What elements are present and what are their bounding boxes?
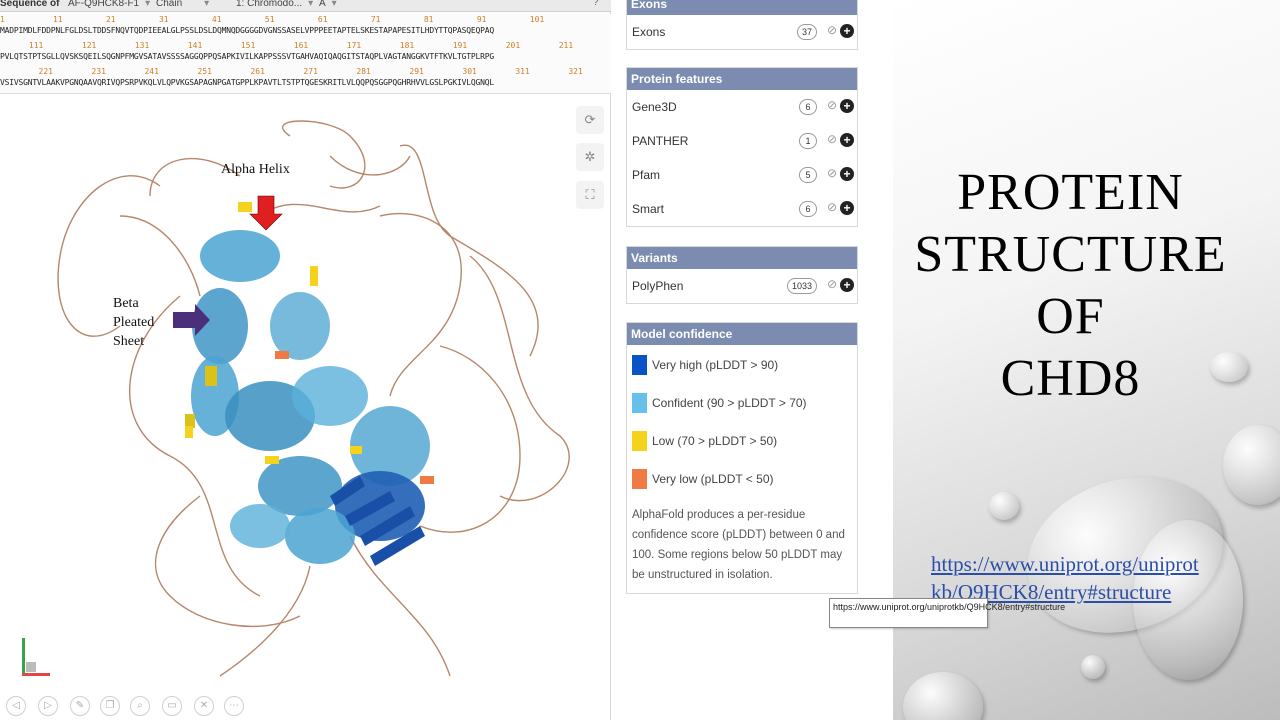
water-drop [1081,655,1105,679]
track-row-polyphen[interactable]: PolyPhen 1033 ⊘ + [627,269,857,303]
count-badge: 1033 [786,278,817,294]
add-icon[interactable]: + [840,133,854,147]
model-confidence-header: Model confidence [627,323,857,345]
sequence-label: Sequence of [0,0,60,9]
variants-header: Variants [627,247,857,269]
legend-very-high: Very high (pLDDT > 90) [627,345,857,383]
track-row-pfam[interactable]: Pfam 5 ⊘ + [627,158,857,192]
chevron-down-icon: ▾ [308,0,314,9]
screenshot-icon[interactable]: ▭ [162,696,182,716]
legend-very-low: Very low (pLDDT < 50) [627,459,857,497]
more-icon[interactable]: ⋯ [224,696,244,716]
exons-header: Exons [627,0,857,15]
sequence-numbers: 111 121 131 141 151 161 171 181 191 201 … [0,41,574,50]
hide-icon[interactable]: ⊘ [827,132,837,146]
chevron-down-icon: ▾ [204,0,210,9]
hide-icon[interactable]: ⊘ [827,98,837,112]
expand-icon[interactable]: ⛶ [576,181,604,209]
count-badge: 37 [796,24,817,40]
copy-icon[interactable]: ❐ [100,696,120,716]
hide-icon[interactable]: ⊘ [827,166,837,180]
link-tooltip: https://www.uniprot.org/uniprotkb/Q9HCK8… [829,598,1065,628]
hide-icon[interactable]: ⊘ [827,200,837,214]
hide-icon[interactable]: ⊘ [827,277,837,291]
add-icon[interactable]: + [840,99,854,113]
sequence-toolbar: Sequence of AF-Q9HCK8-F1 ▾ Chain ▾ 1: Chro… [0,0,611,12]
swatch-confident [632,393,647,413]
sequence-numbers: 221 231 241 251 261 271 281 291 301 311 … [0,67,583,76]
help-icon[interactable]: ? [593,0,599,8]
hide-icon[interactable]: ⊘ [827,23,837,37]
water-drop [989,492,1019,520]
count-badge: 6 [799,99,817,115]
screen: Sequence of AF-Q9HCK8-F1 ▾ Chain ▾ 1: Chro… [0,0,1280,720]
structure-viewer: Sequence of AF-Q9HCK8-F1 ▾ Chain ▾ 1: Chro… [0,0,611,720]
legend-confident: Confident (90 > pLDDT > 70) [627,383,857,421]
alpha-helix-label: Alpha Helix [221,162,290,177]
swatch-very-high [632,355,647,375]
legend-low: Low (70 > pLDDT > 50) [627,421,857,459]
confidence-note: AlphaFold produces a per-residue confide… [632,509,845,581]
count-badge: 5 [799,167,817,183]
type-select[interactable]: Chain ▾ [156,0,209,9]
track-row-smart[interactable]: Smart 6 ⊘ + [627,192,857,226]
play-icon[interactable]: ▷ [38,696,58,716]
alpha-helix-arrow [249,195,283,231]
exons-card: Exons Exons 37 ⊘ + [626,0,858,50]
edit-icon[interactable]: ✎ [70,696,90,716]
protein-3d-model[interactable] [0,96,611,686]
sequence-residues[interactable]: PVLQTSTPTSGLLQVSKSQEILSQGNPFMGVSATAVSSSS… [0,51,611,62]
sequence-residues[interactable]: MADPIMDLFDDPNLFGLDSLTDDSFNQVTQDPIEEALGLP… [0,25,611,36]
close-icon[interactable]: ✕ [194,696,214,716]
track-row-exons[interactable]: Exons 37 ⊘ + [627,15,857,49]
variants-card: Variants PolyPhen 1033 ⊘ + [626,246,858,304]
count-badge: 1 [799,133,817,149]
slide-title: PROTEIN STRUCTURE OF CHD8 [914,164,1227,407]
back-icon[interactable]: ◁ [6,696,26,716]
track-row-gene3d[interactable]: Gene3D 6 ⊘ + [627,90,857,124]
domain-select[interactable]: 1: Chromodo... ▾ [236,0,313,9]
entry-select[interactable]: AF-Q9HCK8-F1 ▾ [68,0,150,9]
reset-icon[interactable]: ⟳ [576,106,604,134]
settings-icon[interactable]: ✲ [576,143,604,171]
chevron-down-icon: ▾ [145,0,151,9]
add-icon[interactable]: + [840,24,854,38]
chain-select[interactable]: A ▾ [319,0,337,9]
add-icon[interactable]: + [840,278,854,292]
beta-sheet-label: Beta Pleated Sheet [113,296,155,349]
water-drop [1223,425,1280,505]
viewer-toolbar: ◁ ▷ ✎ ❐ ⌕ ▭ ✕ ⋯ [0,690,611,720]
count-badge: 6 [799,201,817,217]
sequence-panel[interactable]: 1 11 21 31 41 51 61 71 81 91 101 MADPIMD… [0,14,611,94]
search-icon[interactable]: ⌕ [130,696,150,716]
track-row-panther[interactable]: PANTHER 1 ⊘ + [627,124,857,158]
swatch-very-low [632,469,647,489]
sequence-residues[interactable]: VSIVSGNTVLAAKVPGNQAAVQRIVQPSRPVKQLVLQPVK… [0,77,611,88]
add-icon[interactable]: + [840,167,854,181]
swatch-low [632,431,647,451]
chevron-down-icon: ▾ [331,0,337,9]
axes-icon [22,638,52,678]
model-confidence-card: Model confidence Very high (pLDDT > 90) … [626,322,858,594]
protein-features-card: Protein features Gene3D 6 ⊘ + PANTHER 1 … [626,67,858,227]
sequence-numbers: 1 11 21 31 41 51 61 71 81 91 101 [0,15,545,24]
water-drop [903,672,983,720]
protein-features-header: Protein features [627,68,857,90]
add-icon[interactable]: + [840,201,854,215]
